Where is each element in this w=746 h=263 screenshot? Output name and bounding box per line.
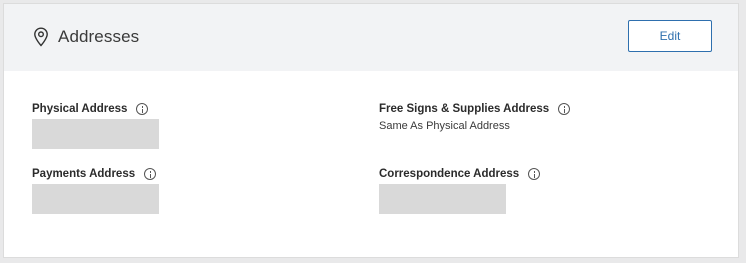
info-icon[interactable] xyxy=(144,168,157,180)
payments-address-value-redacted xyxy=(32,184,159,214)
free-signs-address-field: Free Signs & Supplies Address Same As Ph… xyxy=(379,101,571,132)
free-signs-address-value: Same As Physical Address xyxy=(379,120,510,132)
correspondence-address-value-redacted xyxy=(379,184,506,214)
correspondence-address-label: Correspondence Address xyxy=(379,168,520,180)
physical-address-label: Physical Address xyxy=(32,103,128,115)
addresses-card: Addresses Edit Physical Address Free Sig… xyxy=(3,3,739,258)
physical-address-field: Physical Address xyxy=(32,101,159,149)
info-icon[interactable] xyxy=(528,168,541,180)
correspondence-address-field: Correspondence Address xyxy=(379,166,541,214)
map-pin-icon xyxy=(34,27,48,47)
card-header: Addresses Edit xyxy=(4,4,738,71)
payments-address-label: Payments Address xyxy=(32,168,136,180)
info-icon[interactable] xyxy=(558,103,571,115)
physical-address-value-redacted xyxy=(32,119,159,149)
page-title: Addresses xyxy=(58,27,140,46)
edit-button[interactable]: Edit xyxy=(628,20,712,52)
free-signs-address-label: Free Signs & Supplies Address xyxy=(379,103,550,115)
info-icon[interactable] xyxy=(136,103,149,115)
payments-address-field: Payments Address xyxy=(32,166,159,214)
